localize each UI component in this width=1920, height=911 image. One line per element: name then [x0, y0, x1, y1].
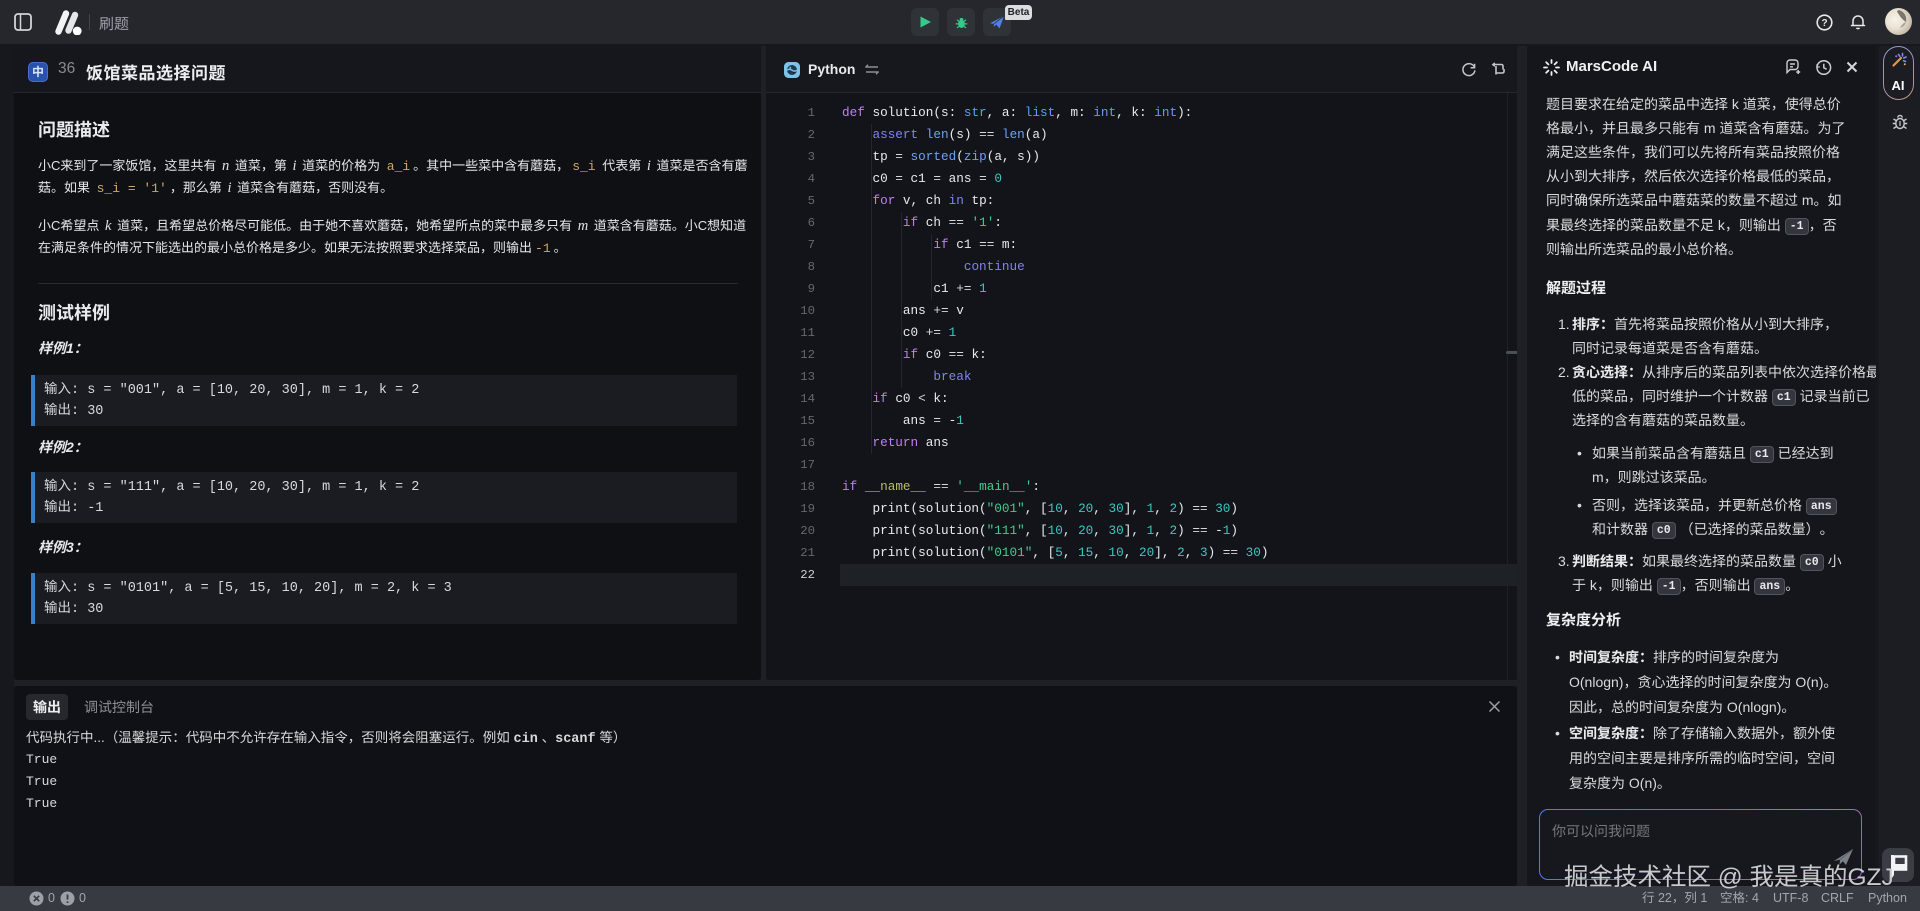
svg-text:?: ? [1821, 18, 1827, 29]
